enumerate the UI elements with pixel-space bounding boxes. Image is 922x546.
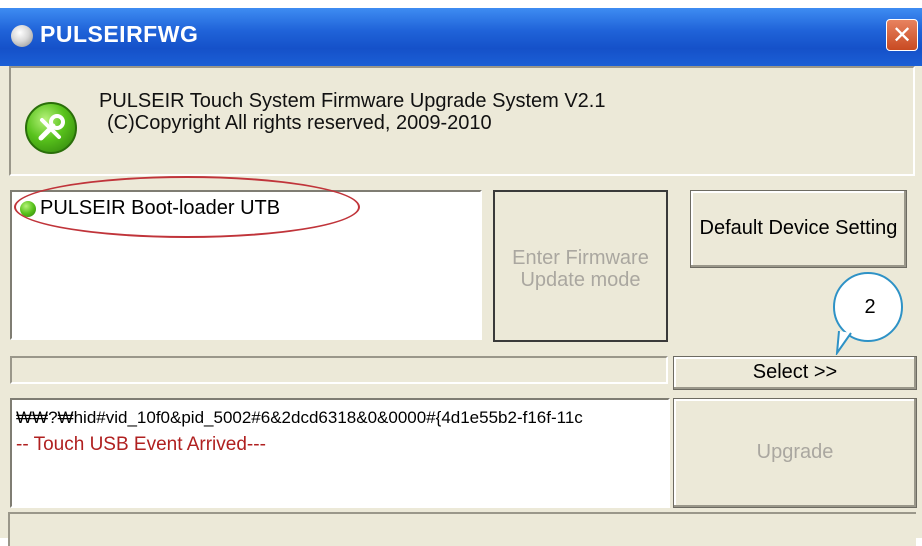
app-small-icon	[11, 25, 33, 47]
header-panel: PULSEIR Touch System Firmware Upgrade Sy…	[9, 66, 915, 176]
enter-firmware-update-button[interactable]: Enter Firmware Update mode	[493, 190, 668, 342]
firmware-path-field[interactable]	[10, 356, 668, 384]
close-button[interactable]: ✕	[886, 19, 918, 51]
log-line: ₩₩?₩hid#vid_10f0&pid_5002#6&2dcd6318&0&0…	[16, 408, 583, 427]
status-bar	[8, 512, 916, 546]
app-title-text: PULSEIR Touch System Firmware Upgrade Sy…	[99, 90, 606, 112]
wrench-icon	[25, 102, 77, 154]
title-bar[interactable]: PULSEIRFWG ✕	[0, 8, 922, 66]
device-icon	[20, 201, 36, 217]
device-list[interactable]: PULSEIR Boot-loader UTB	[10, 176, 482, 340]
callout-tail	[835, 331, 852, 355]
device-label: PULSEIR Boot-loader UTB	[40, 197, 281, 219]
step-number: 2	[864, 296, 876, 318]
log-output[interactable]: ₩₩?₩hid#vid_10f0&pid_5002#6&2dcd6318&0&0…	[10, 398, 670, 508]
default-device-setting-button[interactable]: Default Device Setting	[690, 190, 907, 268]
app-window: PULSEIRFWG ✕ PULSEIR Touch System Firmwa…	[0, 8, 922, 546]
log-event-line: -- Touch USB Event Arrived---	[16, 434, 266, 455]
upgrade-button[interactable]: Upgrade	[673, 398, 917, 508]
copyright-text: (C)Copyright All rights reserved, 2009-2…	[107, 112, 492, 134]
window-title: PULSEIRFWG	[40, 21, 199, 47]
select-button[interactable]: Select >>	[673, 356, 917, 390]
